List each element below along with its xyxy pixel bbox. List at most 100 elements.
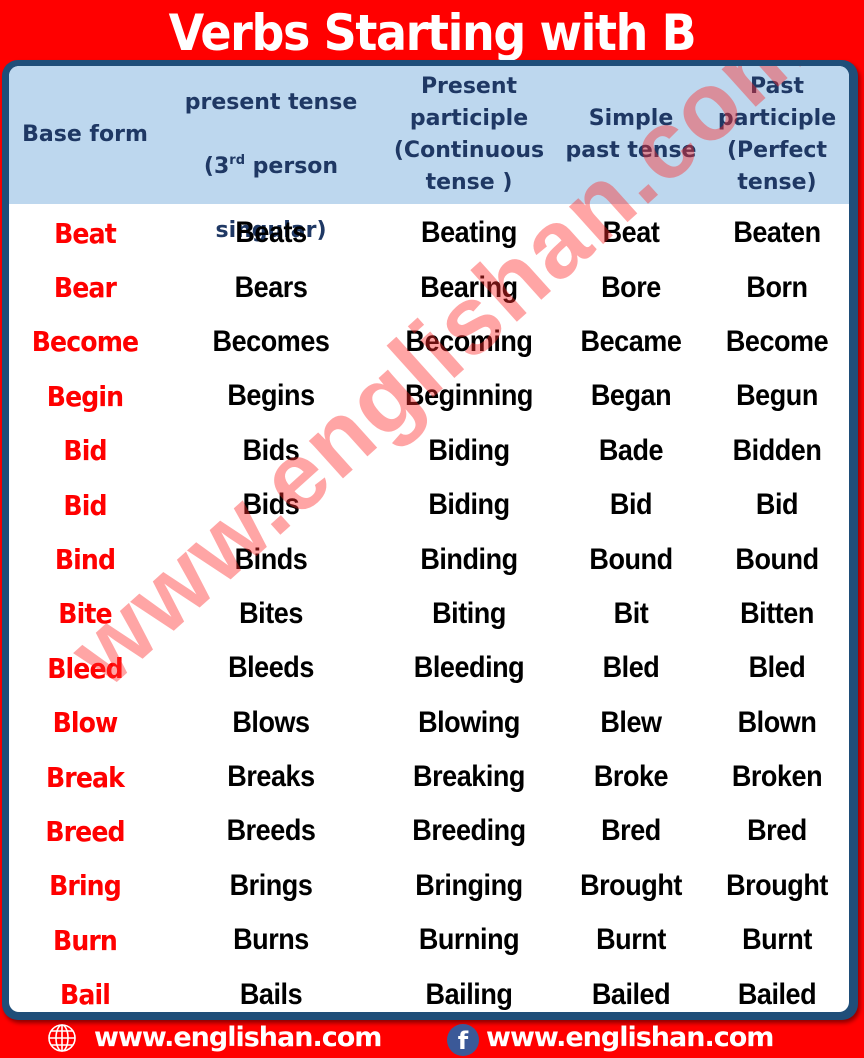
- header-simple-past: Simple past tense: [565, 106, 697, 163]
- cell-base-form: Break: [46, 760, 125, 794]
- table-row: Bleed Bleeds Bleeding Bled Bled: [9, 641, 849, 695]
- ordinal-suffix: rd: [229, 153, 246, 168]
- table-row: Bring Brings Bringing Brought Brought: [9, 859, 849, 913]
- cell-simple-past: Blew: [600, 705, 662, 739]
- cell-base-form: Breed: [45, 814, 125, 848]
- cell-simple-past: Broke: [593, 760, 669, 794]
- header-simple-present-line3: (3rd person: [185, 151, 358, 183]
- cell-base-form: Become: [31, 325, 139, 359]
- cell-present-participle: Biting: [432, 596, 506, 630]
- cell-simple-present: Begins: [227, 379, 315, 413]
- cell-simple-present: Brings: [229, 868, 313, 902]
- table-row: Bid Bids Biding Bade Bidden: [9, 424, 849, 478]
- cell-present-participle: Biding: [428, 488, 510, 522]
- table-row: Blow Blows Blowing Blew Blown: [9, 696, 849, 750]
- cell-simple-past: Bound: [589, 542, 673, 576]
- cell-simple-present: Beats: [235, 216, 307, 250]
- cell-present-participle: Beginning: [405, 379, 533, 413]
- cell-simple-past: Bid: [609, 488, 653, 522]
- cell-simple-present: Bites: [239, 596, 303, 630]
- cell-present-participle: Burning: [418, 923, 520, 957]
- header-past-participle: Past participle (Perfect tense): [717, 74, 837, 195]
- table-row: Bail Bails Bailing Bailed Bailed: [9, 967, 849, 1012]
- cell-simple-past: Began: [590, 379, 672, 413]
- cell-past-participle: Become: [725, 324, 829, 358]
- cell-present-participle: Bringing: [415, 868, 523, 902]
- cell-present-participle: Biding: [428, 433, 510, 467]
- table-header: Base form Simple present tense (3rd pers…: [9, 66, 849, 243]
- cell-simple-present: Binds: [234, 542, 308, 576]
- cell-base-form: Bail: [60, 978, 111, 1012]
- cell-simple-present: Bids: [242, 433, 300, 467]
- cell-simple-past: Bit: [613, 596, 649, 630]
- cell-past-participle: Begun: [736, 379, 818, 413]
- cell-past-participle: Bidden: [732, 433, 822, 467]
- cell-past-participle: Born: [746, 270, 808, 304]
- cell-base-form: Bring: [49, 869, 122, 903]
- cell-present-participle: Bailing: [425, 977, 513, 1011]
- cell-simple-present: Becomes: [212, 324, 330, 358]
- cell-present-participle: Beating: [421, 216, 517, 250]
- cell-present-participle: Becoming: [405, 324, 533, 358]
- cell-past-participle: Brought: [726, 868, 828, 902]
- facebook-icon: f: [447, 1024, 479, 1056]
- header-simple-present: Simple present tense (3rd person singula…: [161, 66, 381, 243]
- cell-simple-past: Beat: [602, 216, 660, 250]
- cell-simple-present: Breeds: [226, 814, 316, 848]
- header-simple-present-line2: present tense: [184, 90, 358, 115]
- cell-base-form: Bear: [53, 271, 117, 305]
- cell-present-participle: Bearing: [420, 270, 518, 304]
- footer: www.englishan.com f www.englishan.com: [0, 1020, 864, 1056]
- table-row: Bite Bites Biting Bit Bitten: [9, 587, 849, 641]
- cell-simple-present: Breaks: [227, 760, 315, 794]
- cell-base-form: Blow: [52, 706, 119, 740]
- cell-simple-past: Bade: [598, 433, 664, 467]
- table-row: Begin Begins Beginning Began Begun: [9, 369, 849, 423]
- cell-base-form: Beat: [54, 216, 117, 250]
- cell-simple-past: Brought: [580, 868, 682, 902]
- facebook-link[interactable]: www.englishan.com: [486, 1020, 774, 1056]
- table-row: Bind Binds Binding Bound Bound: [9, 532, 849, 586]
- cell-base-form: Bind: [54, 543, 116, 577]
- website-link[interactable]: www.englishan.com: [94, 1020, 382, 1056]
- verb-table: Base form Simple present tense (3rd pers…: [9, 66, 849, 1012]
- page-title: Verbs Starting with B: [168, 4, 697, 62]
- cell-past-participle: Broken: [731, 760, 823, 794]
- cell-base-form: Begin: [46, 379, 124, 413]
- cell-past-participle: Bitten: [740, 596, 814, 630]
- table-row: Bid Bids Biding Bid Bid: [9, 478, 849, 532]
- cell-present-participle: Breaking: [413, 760, 525, 794]
- cell-simple-past: Bred: [601, 814, 661, 848]
- cell-past-participle: Bound: [735, 542, 819, 576]
- cell-present-participle: Breeding: [412, 814, 526, 848]
- cell-simple-present: Blows: [232, 705, 310, 739]
- cell-simple-past: Bled: [602, 651, 660, 685]
- cell-present-participle: Blowing: [418, 705, 520, 739]
- table-row: Beat Beats Beating Beat Beaten: [9, 206, 849, 260]
- table-row: Burn Burns Burning Burnt Burnt: [9, 913, 849, 967]
- cell-base-form: Burn: [53, 923, 118, 957]
- table-row: Breed Breeds Breeding Bred Bred: [9, 804, 849, 858]
- cell-base-form: Bid: [63, 488, 107, 522]
- cell-simple-past: Bore: [601, 270, 661, 304]
- cell-base-form: Bite: [58, 597, 112, 631]
- table-row: Bear Bears Bearing Bore Born: [9, 260, 849, 314]
- cell-past-participle: Beaten: [733, 216, 821, 250]
- globe-icon: [48, 1024, 76, 1052]
- table-frame: Base form Simple present tense (3rd pers…: [2, 60, 858, 1020]
- cell-past-participle: Blown: [737, 705, 817, 739]
- cell-past-participle: Bred: [747, 814, 807, 848]
- cell-simple-past: Became: [580, 324, 682, 358]
- cell-simple-past: Bailed: [591, 977, 671, 1011]
- header-present-participle: Present participle (Continuous tense ): [393, 74, 545, 195]
- cell-past-participle: Bid: [755, 488, 799, 522]
- cell-simple-present: Bleeds: [228, 651, 314, 685]
- header-text: person: [245, 154, 339, 179]
- header-text: (3: [203, 154, 230, 179]
- cell-base-form: Bid: [63, 434, 107, 468]
- cell-simple-present: Bids: [242, 488, 300, 522]
- cell-simple-present: Bears: [234, 270, 308, 304]
- cell-present-participle: Bleeding: [413, 651, 525, 685]
- cell-base-form: Bleed: [47, 651, 123, 685]
- cell-past-participle: Burnt: [742, 923, 812, 957]
